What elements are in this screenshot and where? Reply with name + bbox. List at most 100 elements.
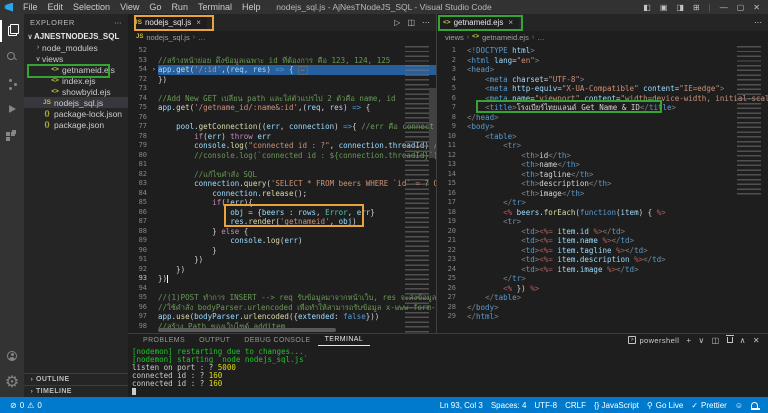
customize-layout-icon[interactable]: ⊞ <box>693 3 700 12</box>
breadcrumb-right[interactable]: views › <> getnameid.ejs › … <box>437 31 768 43</box>
explorer-icon[interactable] <box>0 18 24 44</box>
tab-close-icon[interactable]: × <box>508 18 513 27</box>
more-actions-icon[interactable]: ⋯ <box>422 18 430 27</box>
settings-gear-icon[interactable]: ⚙ <box>0 369 24 395</box>
code-line-93[interactable]: 93}) <box>128 274 436 284</box>
code-line-19[interactable]: 19 <tr> <box>437 217 768 227</box>
code-line-2[interactable]: 2<html lang="en"> <box>437 56 768 66</box>
code-line-79[interactable]: 79 console.log("connected id : ?", conne… <box>128 141 436 151</box>
code-line-82[interactable]: 82 //แก้ไขคำสั่ง SQL <box>128 170 436 180</box>
account-icon[interactable] <box>0 343 24 369</box>
code-line-88[interactable]: 88 } else { <box>128 227 436 237</box>
tree-item-getnameid-ejs[interactable]: <>getnameid.ejs <box>24 64 128 75</box>
menu-file[interactable]: File <box>18 2 43 12</box>
tree-item-package-lock-json[interactable]: {}package-lock.json <box>24 108 128 119</box>
tree-item-showbyid-ejs[interactable]: <>showbyid.ejs <box>24 86 128 97</box>
horizontal-scrollbar[interactable] <box>158 328 336 332</box>
code-line-80[interactable]: 80 //console.log(`connected id : ${conne… <box>128 151 436 161</box>
code-line-75[interactable]: 75app.get('/getname_id/:name&:id',(req, … <box>128 103 436 113</box>
menu-go[interactable]: Go <box>144 2 166 12</box>
status-cursor-position[interactable]: Ln 93, Col 3 <box>436 401 487 410</box>
code-line-8[interactable]: 8</head> <box>437 113 768 123</box>
code-line-25[interactable]: 25 </tr> <box>437 274 768 284</box>
search-icon[interactable] <box>0 44 24 70</box>
code-line-10[interactable]: 10 <table> <box>437 132 768 142</box>
panel-tab-output[interactable]: OUTPUT <box>192 334 237 346</box>
menu-view[interactable]: View <box>115 2 144 12</box>
code-line-22[interactable]: 22 <td><%= item.tagline %></td> <box>437 246 768 256</box>
minimap-slider[interactable] <box>429 88 436 158</box>
status-prettier[interactable]: ✓Prettier <box>687 401 731 410</box>
code-line-26[interactable]: 26 <% }) %> <box>437 284 768 294</box>
new-terminal-icon[interactable]: + <box>686 336 691 345</box>
code-line-81[interactable]: 81 <box>128 160 436 170</box>
breadcrumb-left[interactable]: JS nodejs_sql.js › … <box>128 31 436 43</box>
panel-tab-debug-console[interactable]: DEBUG CONSOLE <box>237 334 317 346</box>
minimize-icon[interactable]: — <box>720 3 728 12</box>
tree-item-node-modules[interactable]: ›node_modules <box>24 42 128 53</box>
sidebar-section-timeline[interactable]: ›TIMELINE <box>24 385 128 397</box>
toggle-secondary-sidebar-icon[interactable]: ◨ <box>676 3 684 12</box>
panel-tab-terminal[interactable]: TERMINAL <box>318 334 371 346</box>
tab-nodejs-sql-js[interactable]: JS nodejs_sql.js × <box>128 14 207 31</box>
problems-status[interactable]: ⊘ 0 ⚠ 0 <box>6 397 46 413</box>
code-line-53[interactable]: 53//สร้างหน้าย่อย ดึงข้อมูลเฉพาะ id ที่ต… <box>128 56 436 66</box>
code-line-86[interactable]: 86 obj = {beers : rows, Error, err} <box>128 208 436 218</box>
code-line-94[interactable]: 94 <box>128 284 436 294</box>
code-line-16[interactable]: 16 <th>image</th> <box>437 189 768 199</box>
terminal-dropdown-icon[interactable]: ∨ <box>698 336 704 345</box>
minimap-right[interactable] <box>737 46 761 196</box>
extensions-icon[interactable] <box>0 122 24 148</box>
code-line-96[interactable]: 96//ใช้คำสั่ง bodyParser.urlencoded เพื่… <box>128 303 436 313</box>
code-line-91[interactable]: 91 }) <box>128 255 436 265</box>
minimap-left[interactable] <box>405 46 429 333</box>
status-encoding[interactable]: UTF-8 <box>530 401 561 410</box>
code-line-11[interactable]: 11 <tr> <box>437 141 768 151</box>
maximize-icon[interactable]: ▢ <box>737 3 745 12</box>
code-line-29[interactable]: 29</html> <box>437 312 768 322</box>
code-line-90[interactable]: 90 } <box>128 246 436 256</box>
toggle-sidebar-icon[interactable]: ◧ <box>643 3 651 12</box>
status-language-mode[interactable]: {} JavaScript <box>590 401 643 410</box>
notifications-bell-icon[interactable] <box>747 402 762 408</box>
code-line-17[interactable]: 17 </tr> <box>437 198 768 208</box>
terminal-output[interactable]: [nodemon] restarting due to changes...[n… <box>128 346 768 397</box>
run-icon[interactable]: ▷ <box>394 18 400 27</box>
code-line-6[interactable]: 6 <meta name="viewport" content="width=d… <box>437 94 768 104</box>
code-line-89[interactable]: 89 console.log(err) <box>128 236 436 246</box>
tree-item-index-ejs[interactable]: <>index.ejs <box>24 75 128 86</box>
code-line-12[interactable]: 12 <th>id</th> <box>437 151 768 161</box>
run-and-debug-icon[interactable] <box>0 96 24 122</box>
code-line-5[interactable]: 5 <meta http-equiv="X-UA-Compatible" con… <box>437 84 768 94</box>
code-line-18[interactable]: 18 <% beers.forEach(function(item) { %> <box>437 208 768 218</box>
tree-item-nodejs-sql-js[interactable]: JSnodejs_sql.js <box>24 97 128 108</box>
fold-icon[interactable]: › <box>150 65 158 75</box>
menu-help[interactable]: Help <box>237 2 266 12</box>
code-line-24[interactable]: 24 <td><%= item.image %></td> <box>437 265 768 275</box>
maximize-panel-icon[interactable]: ∧ <box>740 336 746 345</box>
code-line-74[interactable]: 74//Add New GET เปลี่ยน path และใส่ตัวแป… <box>128 94 436 104</box>
code-line-78[interactable]: 78 if(err) throw err <box>128 132 436 142</box>
code-line-27[interactable]: 27 </table> <box>437 293 768 303</box>
code-line-3[interactable]: 3<head> <box>437 65 768 75</box>
code-line-83[interactable]: 83 connection.query('SELECT * FROM beers… <box>128 179 436 189</box>
code-line-84[interactable]: 84 connection.release(); <box>128 189 436 199</box>
code-line-21[interactable]: 21 <td><%= item.name %></td> <box>437 236 768 246</box>
code-line-97[interactable]: 97app.use(bodyParser.urlencoded({extende… <box>128 312 436 322</box>
code-line-85[interactable]: 85 if(!err){ <box>128 198 436 208</box>
code-line-4[interactable]: 4 <meta charset="UTF-8"> <box>437 75 768 85</box>
toggle-panel-icon[interactable]: ▣ <box>660 3 668 12</box>
source-control-icon[interactable] <box>0 70 24 96</box>
code-line-9[interactable]: 9<body> <box>437 122 768 132</box>
menu-edit[interactable]: Edit <box>43 2 69 12</box>
code-line-7[interactable]: 7 <title>โรงเบียร์ไทยแลนด์ Get Name & ID… <box>437 103 768 113</box>
status-eol[interactable]: CRLF <box>561 401 590 410</box>
feedback-smiley-icon[interactable]: ☺ <box>731 401 747 410</box>
status-indentation[interactable]: Spaces: 4 <box>487 401 531 410</box>
status-go-live[interactable]: ⚲Go Live <box>643 401 687 410</box>
tree-item-ajnestnodejs-sql[interactable]: ∨AJNESTNODEJS_SQL <box>24 31 128 42</box>
code-line-73[interactable]: 73 <box>128 84 436 94</box>
close-icon[interactable]: ✕ <box>753 3 760 12</box>
code-line-95[interactable]: 95//(1)POST ทำการ INSERT --> req รับข้อม… <box>128 293 436 303</box>
menu-selection[interactable]: Selection <box>68 2 115 12</box>
